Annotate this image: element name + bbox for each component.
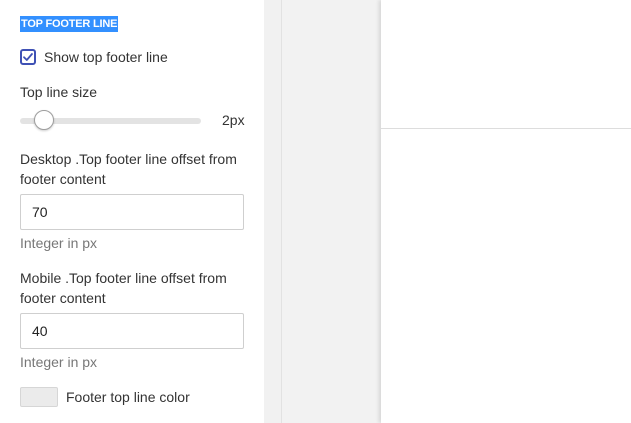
section-title: TOP FOOTER LINE [20,16,119,32]
top-line-size-label: Top line size [20,84,98,100]
panel-scroll-gutter [264,0,281,423]
top-line-size-slider[interactable] [20,110,201,132]
mobile-offset-hint: Integer in px [20,354,98,370]
preview-background [281,0,381,423]
mobile-offset-label-line2: footer content [20,290,106,306]
site-preview [381,0,631,423]
desktop-offset-input[interactable] [20,194,244,230]
footer-top-line-color-picker[interactable]: Footer top line color [20,387,190,407]
show-top-footer-line-label: Show top footer line [44,49,168,65]
settings-panel: TOP FOOTER LINE Show top footer line Top… [0,0,264,423]
mobile-offset-input[interactable] [20,313,244,349]
checkmark-icon [23,53,33,61]
footer-top-line-color-label: Footer top line color [66,389,190,405]
preview-top-footer-line [381,128,631,129]
checkbox-checked-icon[interactable] [20,49,36,65]
show-top-footer-line-checkbox[interactable]: Show top footer line [20,47,168,67]
desktop-offset-hint: Integer in px [20,235,98,251]
customizer-screen: TOP FOOTER LINE Show top footer line Top… [0,0,631,423]
top-line-size-value: 2px [222,112,245,128]
color-swatch[interactable] [20,387,58,407]
slider-thumb[interactable] [34,110,54,130]
mobile-offset-label-line1: Mobile .Top footer line offset from [20,270,227,286]
desktop-offset-label-line1: Desktop .Top footer line offset from [20,151,237,167]
desktop-offset-label-line2: footer content [20,171,106,187]
